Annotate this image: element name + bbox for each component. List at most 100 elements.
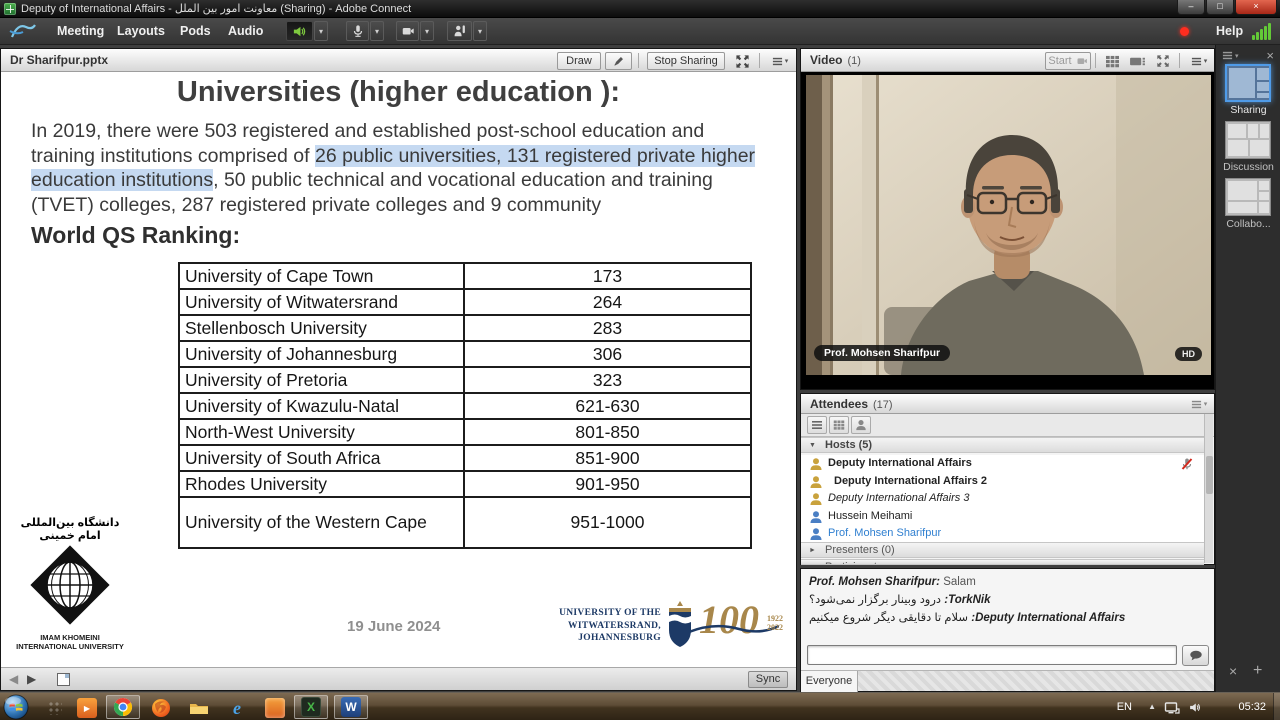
chat-message: Prof. Mohsen Sharifpur: Salam <box>809 575 1206 589</box>
ikiu-globe-icon <box>29 544 111 626</box>
clock[interactable]: 05:32 ب.ظ <box>1238 693 1266 720</box>
close-pod-icon[interactable]: × <box>1229 663 1237 679</box>
qs-ranking-heading: World QS Ranking: <box>31 222 240 249</box>
attendee-row[interactable]: Deputy International Affairs <box>801 455 1204 473</box>
layout-sharing-label[interactable]: Sharing <box>1216 104 1280 116</box>
taskbar-firefox-icon[interactable] <box>150 697 172 719</box>
attendees-pod-menu-icon[interactable]: ▾ <box>1187 396 1211 412</box>
network-icon[interactable] <box>1164 701 1180 715</box>
attendees-pod-header: Attendees(17) ▾ <box>801 394 1214 414</box>
layout-sidebar: ▾ × Sharing Discussion Collabo... × + <box>1215 45 1280 692</box>
connection-signal-icon[interactable] <box>1252 23 1276 40</box>
filmstrip-view-icon[interactable] <box>1125 52 1149 70</box>
presenters-group-header[interactable]: ►Presenters (0) <box>801 542 1204 558</box>
attendees-scrollbar[interactable] <box>1204 414 1213 563</box>
speaker-name-tag: Prof. Mohsen Sharifpur <box>814 345 950 361</box>
draw-button[interactable]: Draw <box>557 52 601 70</box>
windows-taskbar: ▶ e X W EN ▲ 05:32 ب.ظ <box>0 692 1280 720</box>
taskbar-chrome-icon[interactable] <box>106 695 140 719</box>
minimize-button[interactable]: – <box>1177 0 1205 15</box>
chat-input[interactable] <box>807 645 1177 665</box>
host-role-icon <box>809 492 823 506</box>
attendee-list-view-icon[interactable] <box>807 416 827 434</box>
video-pod-title: Video <box>810 53 842 67</box>
layout-collaboration-thumbnail[interactable] <box>1225 178 1271 216</box>
show-desktop-button[interactable] <box>1273 693 1280 720</box>
video-pod: Video (1) Start ▾ <box>800 48 1215 390</box>
microphone-dropdown[interactable]: ▾ <box>370 21 384 41</box>
sidebar-menu-icon[interactable]: ▾ <box>1222 50 1239 61</box>
start-button[interactable] <box>3 694 29 720</box>
microphone-button[interactable] <box>346 21 369 41</box>
next-slide-button[interactable]: ▶ <box>27 668 36 691</box>
share-pod-header: Dr Sharifpur.pptx Draw Stop Sharing ▾ <box>1 49 796 72</box>
raise-hand-dropdown[interactable]: ▾ <box>473 21 487 41</box>
taskbar-explorer-icon[interactable] <box>188 697 210 719</box>
menu-layouts[interactable]: Layouts <box>117 18 165 45</box>
pinned-app-icon[interactable] <box>48 701 62 715</box>
show-sidebar-icon[interactable] <box>57 673 70 686</box>
video-pod-menu-icon[interactable]: ▾ <box>1187 52 1211 70</box>
slide-title: Universities (higher education ): <box>1 76 796 109</box>
attendees-pod-title: Attendees <box>810 397 868 411</box>
share-pod-menu-icon[interactable]: ▾ <box>768 52 792 70</box>
start-webcam-button[interactable]: Start <box>1045 52 1091 70</box>
close-button[interactable]: × <box>1235 0 1277 15</box>
taskbar-media-app-icon[interactable]: ▶ <box>76 697 98 719</box>
taskbar-ie-icon[interactable]: e <box>226 697 248 719</box>
ikiu-logo: دانشگاه بین‌المللی امام خمینی IMAM KHOME… <box>9 516 131 651</box>
layout-sharing-thumbnail[interactable] <box>1225 64 1271 102</box>
webcam-button[interactable] <box>396 21 419 41</box>
attendee-row[interactable]: Deputy International Affairs 3 <box>801 490 1204 508</box>
maximize-button[interactable]: □ <box>1206 0 1234 15</box>
table-row: University of the Western Cape951-1000 <box>179 497 751 548</box>
send-message-icon[interactable] <box>1182 645 1209 666</box>
host-role-icon <box>809 527 823 541</box>
stop-sharing-button[interactable]: Stop Sharing <box>647 52 725 70</box>
attendee-grid-view-icon[interactable] <box>829 416 849 434</box>
video-fullscreen-icon[interactable] <box>1152 52 1174 70</box>
menu-meeting[interactable]: Meeting <box>57 18 104 45</box>
attendee-status-view-icon[interactable] <box>851 416 871 434</box>
menu-pods[interactable]: Pods <box>180 18 211 45</box>
chat-pod: Prof. Mohsen Sharifpur: Salam TorkNik: د… <box>800 568 1215 692</box>
highlighted-text: 26 public universities, 131 registered p… <box>315 145 755 167</box>
tray-expand-icon[interactable]: ▲ <box>1148 693 1156 720</box>
help-menu[interactable]: Help <box>1216 18 1243 45</box>
table-row: University of Kwazulu-Natal621-630 <box>179 393 751 419</box>
pointer-tool-button[interactable] <box>605 52 632 70</box>
window-titlebar: Deputy of International Affairs - معاونت… <box>0 0 1280 18</box>
attendee-row[interactable]: Prof. Mohsen Sharifpur <box>801 525 1204 543</box>
fullscreen-button[interactable] <box>730 52 755 70</box>
tab-everyone[interactable]: Everyone <box>801 671 858 692</box>
shared-document-title: Dr Sharifpur.pptx <box>10 49 108 72</box>
speaker-dropdown[interactable]: ▾ <box>314 21 328 41</box>
add-pod-icon[interactable]: + <box>1253 662 1262 680</box>
language-indicator[interactable]: EN <box>1117 693 1132 720</box>
taskbar-word-icon[interactable]: W <box>334 695 368 719</box>
raise-hand-button[interactable] <box>447 21 472 41</box>
layout-collaboration-label[interactable]: Collabo... <box>1216 218 1280 230</box>
table-row: Stellenbosch University283 <box>179 315 751 341</box>
layout-discussion-thumbnail[interactable] <box>1225 121 1271 159</box>
participants-group-header[interactable]: Participants <box>801 559 1204 565</box>
attendees-toolbar <box>801 414 1214 437</box>
attendee-row[interactable]: Hussein Meihami <box>801 508 1204 526</box>
previous-slide-button[interactable]: ◀ <box>9 668 18 691</box>
hosts-group-header[interactable]: ▼Hosts (5) <box>801 437 1204 453</box>
menu-audio[interactable]: Audio <box>228 18 263 45</box>
layout-discussion-label[interactable]: Discussion <box>1216 161 1280 173</box>
grid-view-icon[interactable] <box>1101 52 1123 70</box>
webcam-dropdown[interactable]: ▾ <box>420 21 434 41</box>
sidebar-close-icon[interactable]: × <box>1266 48 1274 63</box>
taskbar-excel-icon[interactable]: X <box>294 695 328 719</box>
attendee-row[interactable]: Deputy International Affairs 2 <box>801 473 1204 491</box>
chat-message: Deputy International Affairs: سلام تا دق… <box>809 611 1206 625</box>
video-count: (1) <box>847 55 860 67</box>
adobe-connect-window: Deputy of International Affairs - معاونت… <box>0 0 1280 720</box>
chat-message: TorkNik: درود وبینار برگزار نمی‌شود؟ <box>809 593 1206 607</box>
taskbar-office-icon[interactable] <box>264 697 286 719</box>
sync-button[interactable]: Sync <box>748 671 788 688</box>
speaker-button[interactable] <box>286 21 313 41</box>
volume-icon[interactable] <box>1188 701 1202 714</box>
